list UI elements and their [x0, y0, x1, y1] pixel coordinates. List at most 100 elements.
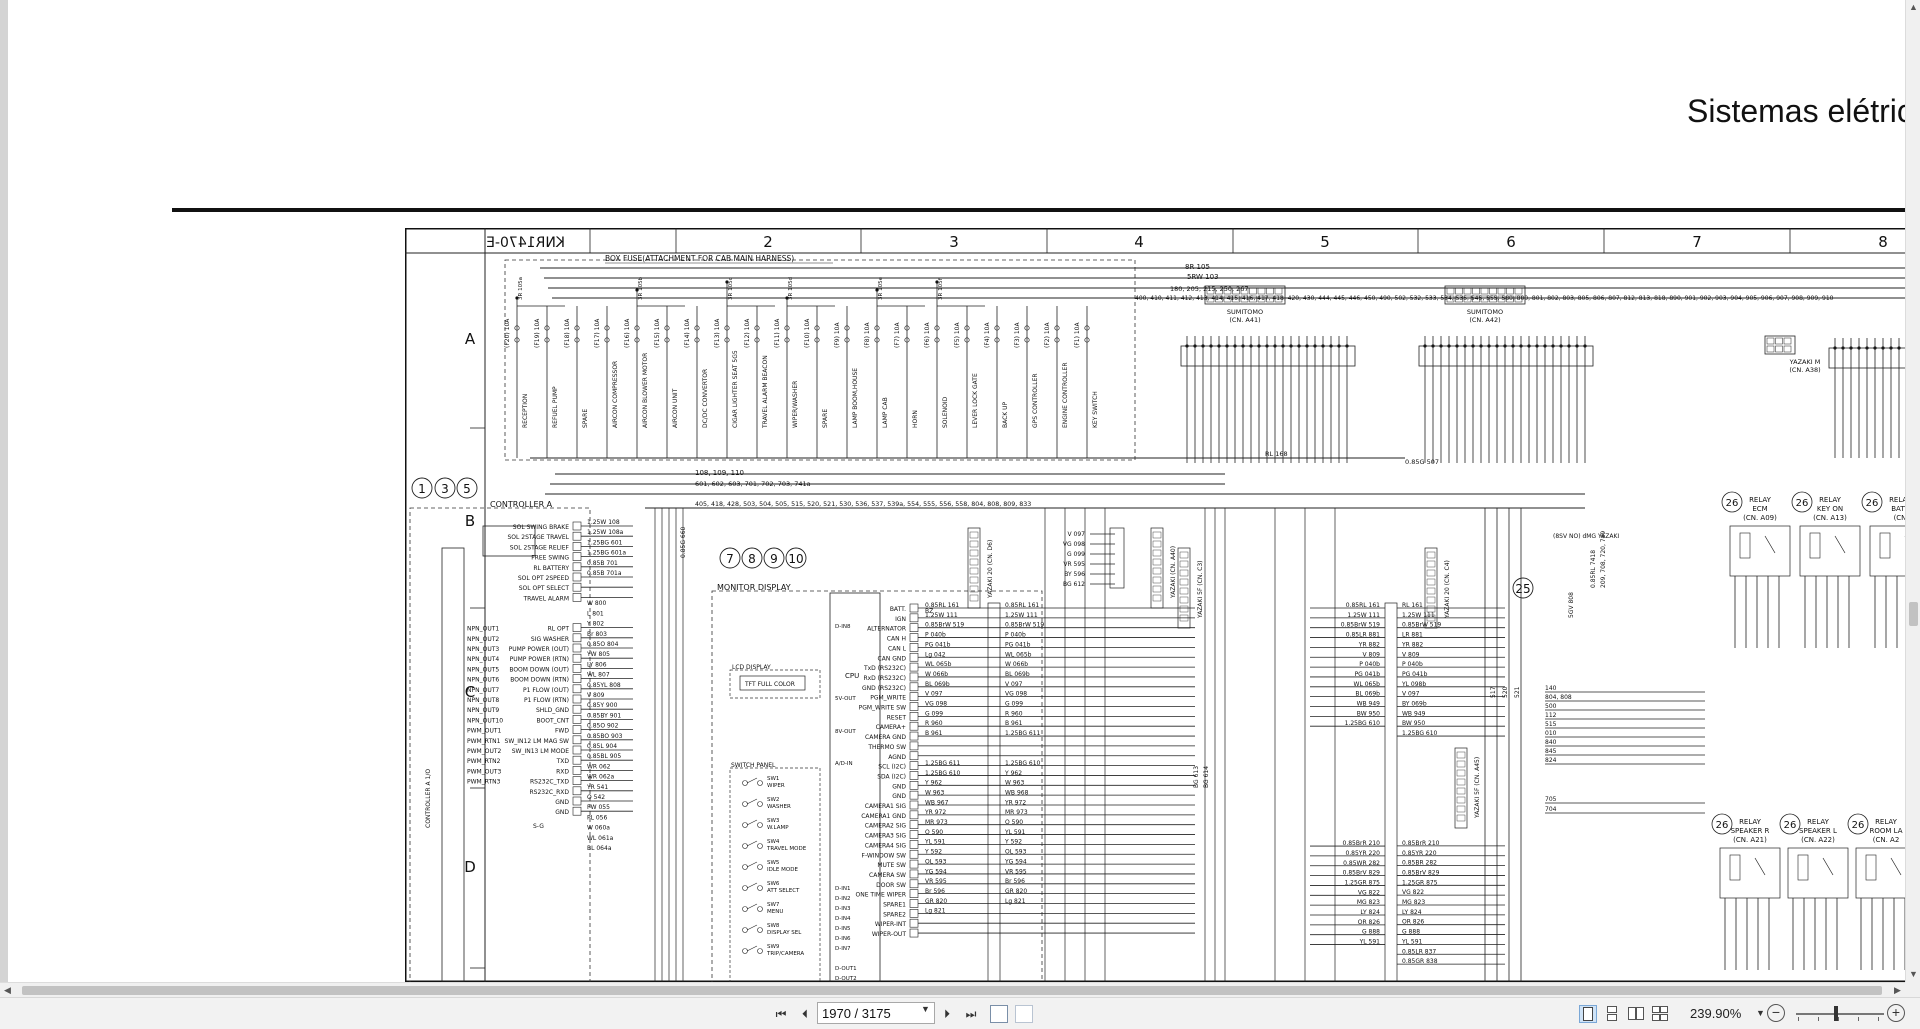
yazaki-pin: [1179, 551, 1189, 559]
monitor-pin-name: PGM_WRITE: [870, 695, 906, 702]
lcd-label: LCD DISPLAY: [732, 664, 771, 671]
harness-wire-label: VR 595: [1005, 868, 1027, 875]
controller-wire-label: 0.85B 701: [587, 560, 618, 567]
fuse-load-label: ENGINE CONTROLLER: [1062, 363, 1069, 429]
controller-signal: GND: [555, 799, 569, 806]
wire-label: 5GV 808: [1568, 592, 1575, 618]
monitor-pin-name: GND: [892, 793, 906, 800]
fuse-load-label: TRAVEL ALARM BEACON: [762, 355, 769, 429]
last-page-button[interactable]: ⏭: [962, 1005, 980, 1023]
switch-name: DISPLAY SEL: [767, 930, 802, 936]
zoom-level[interactable]: 239.90%: [1690, 1006, 1741, 1021]
switch-contact: [757, 843, 763, 849]
scroll-down-icon[interactable]: ▼: [1906, 967, 1920, 982]
monitor-pin-name: AGND: [888, 754, 906, 761]
yazaki-pin: [1152, 585, 1162, 593]
relay-label: RELAY: [1875, 818, 1898, 826]
monitor-pin: [909, 751, 919, 761]
monitor-wire-label: BL 069b: [925, 681, 950, 688]
relay-label: RELAY: [1819, 496, 1842, 504]
monitor-pin-name: CAN H: [887, 636, 906, 643]
controller-wire-label: WR 062a: [587, 774, 614, 781]
controller-wire-label: 1.25BG 601: [587, 539, 623, 546]
monitor-wire-label: PG 041b: [925, 641, 951, 648]
reference-number: 1: [418, 482, 426, 496]
harness-wire-label: Y 962: [1004, 770, 1022, 777]
controller-wire-label: V 809: [587, 692, 605, 699]
connector-pin: [1249, 287, 1257, 295]
switch-panel-label: SWITCH PANEL: [731, 762, 776, 769]
controller-wire-label: YR 541: [586, 784, 608, 791]
scroll-left-icon[interactable]: ◀: [0, 983, 15, 998]
pdf-page: Sistemas elétric 2 3 4 5 6 7 8 KNR1470-E A B C D BOX…: [8, 0, 1905, 982]
vertical-scrollbar[interactable]: ▲ ▼: [1905, 0, 1920, 982]
scroll-right-icon[interactable]: ▶: [1890, 983, 1905, 998]
connector-pin: [1506, 287, 1514, 295]
connector-pin: [1783, 337, 1792, 345]
monitor-pin-name: CAMERA2 SIG: [865, 823, 907, 830]
next-page-button[interactable]: ⏵: [938, 1005, 956, 1023]
zoom-out-icon[interactable]: −: [1767, 1004, 1785, 1022]
facing-view-icon[interactable]: [1627, 1005, 1645, 1023]
horizontal-scroll-thumb[interactable]: [22, 986, 1882, 995]
monitor-pin-name: TxD (RS232C): [863, 665, 906, 672]
continuous-view-icon[interactable]: [1603, 1005, 1621, 1023]
controller-pin: [572, 745, 582, 755]
switch-contact: [757, 780, 763, 786]
fuse-id: (F12) 10A: [744, 318, 751, 348]
previous-page-button[interactable]: ⏴: [796, 1005, 814, 1023]
page-number-input[interactable]: [817, 1002, 935, 1024]
chevron-down-icon[interactable]: ▼: [1756, 1008, 1765, 1018]
fit-page-icon[interactable]: [990, 1005, 1008, 1023]
harness-wire-label: 1.25BG 611: [1005, 730, 1041, 737]
monitor-pin: [909, 672, 919, 682]
scroll-up-icon[interactable]: ▲: [1906, 0, 1920, 15]
wiring-schematic: 2 3 4 5 6 7 8KNR1470-EABCDBOX FUSE(ATTACHMENT …: [405, 228, 1905, 982]
yazaki-pin: [969, 594, 979, 602]
connector-label: (CN. A42): [1469, 316, 1500, 324]
monitor-wire-label: 1.25BG 611: [925, 760, 961, 767]
reference-number: 8: [748, 552, 756, 566]
fuse-id: (F5) 10A: [954, 322, 961, 348]
monitor-group-label: D-IN6: [835, 936, 851, 942]
can-wire-label: BY 596: [1064, 571, 1085, 578]
relay-label: (CN. A13): [1813, 514, 1847, 522]
controller-signal: P1 FLOW (OUT): [523, 687, 569, 694]
yazaki-pin: [1456, 769, 1466, 777]
zoom-slider[interactable]: [1796, 1013, 1884, 1015]
chevron-down-icon[interactable]: ▼: [921, 1004, 930, 1014]
controller-signal: SOL OPT 2SPEED: [518, 575, 570, 582]
controller-pin: [572, 542, 582, 551]
controller-signal: PUMP POWER (RTN): [510, 656, 569, 663]
controller-signal: SOL SWING BRAKE: [513, 524, 569, 531]
fuse-id: (F10) 10A: [804, 318, 811, 348]
monitor-wire-label: YR 972: [924, 809, 946, 816]
book-view-icon[interactable]: [1651, 1005, 1669, 1023]
switch-id: SW2: [767, 797, 779, 803]
switch-contact: [742, 864, 748, 870]
controller-pin-name: NPN_OUT3: [467, 646, 499, 653]
column-label: 2: [763, 233, 773, 251]
zoom-in-icon[interactable]: +: [1887, 1004, 1905, 1022]
single-page-view-icon[interactable]: [1579, 1005, 1597, 1023]
status-bar: ⏮ ⏴ ▼ ⏵ ⏭ 239.90% ▼ −: [0, 997, 1920, 1029]
vertical-scroll-thumb[interactable]: [1909, 602, 1918, 626]
switch-id: SW1: [767, 776, 779, 782]
bus-number: 845: [1545, 748, 1557, 755]
reference-number: 25: [1515, 582, 1530, 596]
monitor-pin: [909, 633, 919, 642]
fit-width-icon[interactable]: [1015, 1005, 1033, 1023]
fuse-load-label: CIGAR LIGHTER SEAT 5G5: [732, 350, 739, 428]
horizontal-scrollbar[interactable]: ◀ ▶: [0, 982, 1905, 997]
first-page-button[interactable]: ⏮: [772, 1005, 790, 1023]
wire-label: (8SV NO) dMG YAZAKI: [1553, 533, 1619, 540]
monitor-pin: [909, 761, 919, 770]
monitor-label: MONITOR DISPLAY: [717, 583, 791, 592]
yazaki-pin: [1456, 796, 1466, 804]
document-canvas[interactable]: Sistemas elétric 2 3 4 5 6 7 8 KNR1470-E A B C D BOX…: [0, 0, 1905, 982]
connector-pin: [1266, 287, 1274, 295]
zoom-slider-thumb[interactable]: [1834, 1006, 1838, 1021]
can-wire-label: BG 612: [1063, 581, 1085, 588]
connector-label: SUMITOMO: [1467, 308, 1503, 316]
monitor-wire-label: R 960: [925, 720, 943, 727]
